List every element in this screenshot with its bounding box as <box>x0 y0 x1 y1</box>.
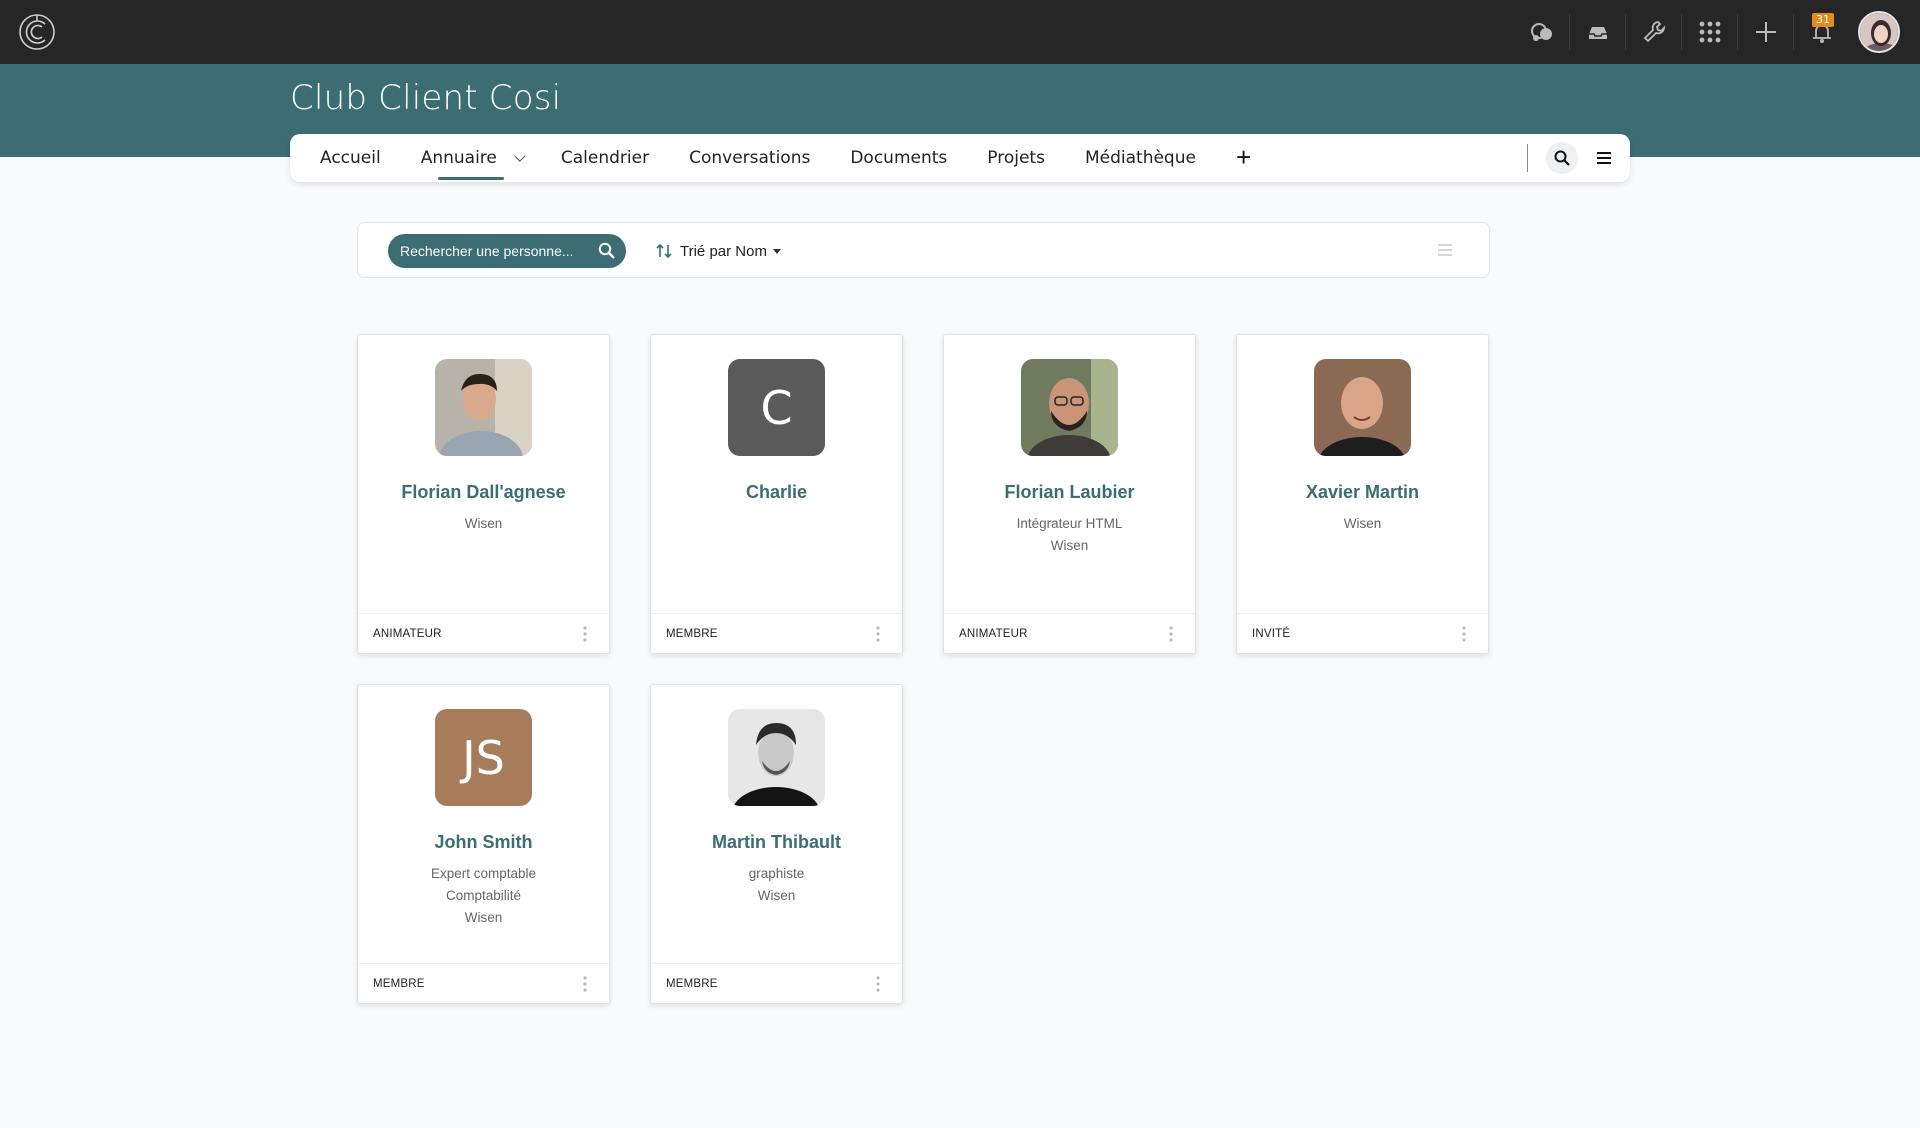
member-role: INVITÉ <box>1252 628 1291 640</box>
plus-icon[interactable] <box>1738 0 1794 64</box>
sort-icon <box>656 243 672 259</box>
tab-projets[interactable]: Projets <box>987 134 1045 182</box>
member-company: Wisen <box>1050 538 1089 553</box>
list-view-icon[interactable] <box>1437 243 1453 257</box>
member-role: ANIMATEUR <box>959 628 1028 640</box>
member-name[interactable]: John Smith <box>358 832 609 853</box>
more-options-icon[interactable] <box>1169 626 1173 642</box>
nav-divider <box>1527 144 1528 172</box>
member-name[interactable]: Charlie <box>651 482 902 503</box>
bell-icon[interactable]: 31 <box>1794 0 1850 64</box>
top-bar: 31 <box>0 0 1920 64</box>
community-nav: Accueil Annuaire Calendrier Conversation… <box>290 134 1630 182</box>
tab-annuaire-label: Annuaire <box>420 148 497 168</box>
caret-down-icon <box>772 248 781 254</box>
tab-mediatheque[interactable]: Médiathèque <box>1085 134 1196 182</box>
tab-annuaire[interactable]: Annuaire <box>420 134 526 182</box>
member-name[interactable]: Xavier Martin <box>1237 482 1488 503</box>
page-title: Club Client Cosi <box>290 78 562 118</box>
directory-filter-bar: Trié par Nom <box>357 222 1490 278</box>
member-card[interactable]: JS John Smith Expert comptable Comptabil… <box>357 684 610 1004</box>
user-avatar[interactable] <box>1858 11 1900 53</box>
sort-dropdown[interactable]: Trié par Nom <box>656 223 781 279</box>
tab-conversations[interactable]: Conversations <box>689 134 810 182</box>
more-options-icon[interactable] <box>876 976 880 992</box>
member-company: Wisen <box>464 516 503 531</box>
member-photo <box>435 359 532 456</box>
member-photo <box>728 709 825 806</box>
search-input[interactable] <box>400 243 580 259</box>
apps-grid-icon[interactable] <box>1682 0 1738 64</box>
member-company: Wisen <box>757 888 796 903</box>
member-name[interactable]: Martin Thibault <box>651 832 902 853</box>
member-initials-avatar: JS <box>435 709 532 806</box>
chat-bubbles-icon[interactable] <box>1514 0 1570 64</box>
member-card[interactable]: C Charlie MEMBRE <box>650 334 903 654</box>
member-name[interactable]: Florian Laubier <box>944 482 1195 503</box>
more-options-icon[interactable] <box>876 626 880 642</box>
search-icon[interactable] <box>598 242 616 260</box>
card-footer: MEMBRE <box>651 963 902 1003</box>
menu-button[interactable] <box>1588 142 1620 174</box>
wrench-icon[interactable] <box>1626 0 1682 64</box>
add-tab-button[interactable]: + <box>1236 134 1251 182</box>
tab-calendrier[interactable]: Calendrier <box>561 134 649 182</box>
card-footer: MEMBRE <box>358 963 609 1003</box>
search-button[interactable] <box>1546 142 1578 174</box>
member-department: Comptabilité <box>445 888 522 903</box>
member-card[interactable]: Florian Dall'agnese Wisen ANIMATEUR <box>357 334 610 654</box>
person-search <box>388 234 626 268</box>
tab-accueil[interactable]: Accueil <box>320 134 381 182</box>
card-footer: MEMBRE <box>651 613 902 653</box>
member-initials-avatar: C <box>728 359 825 456</box>
member-card[interactable]: Martin Thibault graphiste Wisen MEMBRE <box>650 684 903 1004</box>
member-role: MEMBRE <box>666 628 718 640</box>
member-photo <box>1314 359 1411 456</box>
member-role: MEMBRE <box>666 978 718 990</box>
member-role: ANIMATEUR <box>373 628 442 640</box>
member-job-title: Intégrateur HTML <box>1016 516 1123 531</box>
search-icon <box>1554 150 1570 166</box>
notification-badge: 31 <box>1812 13 1834 27</box>
member-card[interactable]: Xavier Martin Wisen INVITÉ <box>1236 334 1489 654</box>
member-job-title: graphiste <box>748 866 805 881</box>
card-footer: ANIMATEUR <box>944 613 1195 653</box>
member-role: MEMBRE <box>373 978 425 990</box>
member-company: Wisen <box>1343 516 1382 531</box>
card-footer: ANIMATEUR <box>358 613 609 653</box>
member-company: Wisen <box>464 910 503 925</box>
card-footer: INVITÉ <box>1237 613 1488 653</box>
tab-documents[interactable]: Documents <box>850 134 947 182</box>
more-options-icon[interactable] <box>583 976 587 992</box>
member-card[interactable]: Florian Laubier Intégrateur HTML Wisen A… <box>943 334 1196 654</box>
more-options-icon[interactable] <box>1462 626 1466 642</box>
more-options-icon[interactable] <box>583 626 587 642</box>
sort-label: Trié par Nom <box>680 242 767 260</box>
inbox-icon[interactable] <box>1570 0 1626 64</box>
cosi-logo-icon[interactable] <box>18 13 56 51</box>
member-job-title: Expert comptable <box>430 866 537 881</box>
hamburger-icon <box>1597 152 1611 164</box>
member-name[interactable]: Florian Dall'agnese <box>358 482 609 503</box>
chevron-down-icon[interactable] <box>514 150 526 162</box>
member-photo <box>1021 359 1118 456</box>
